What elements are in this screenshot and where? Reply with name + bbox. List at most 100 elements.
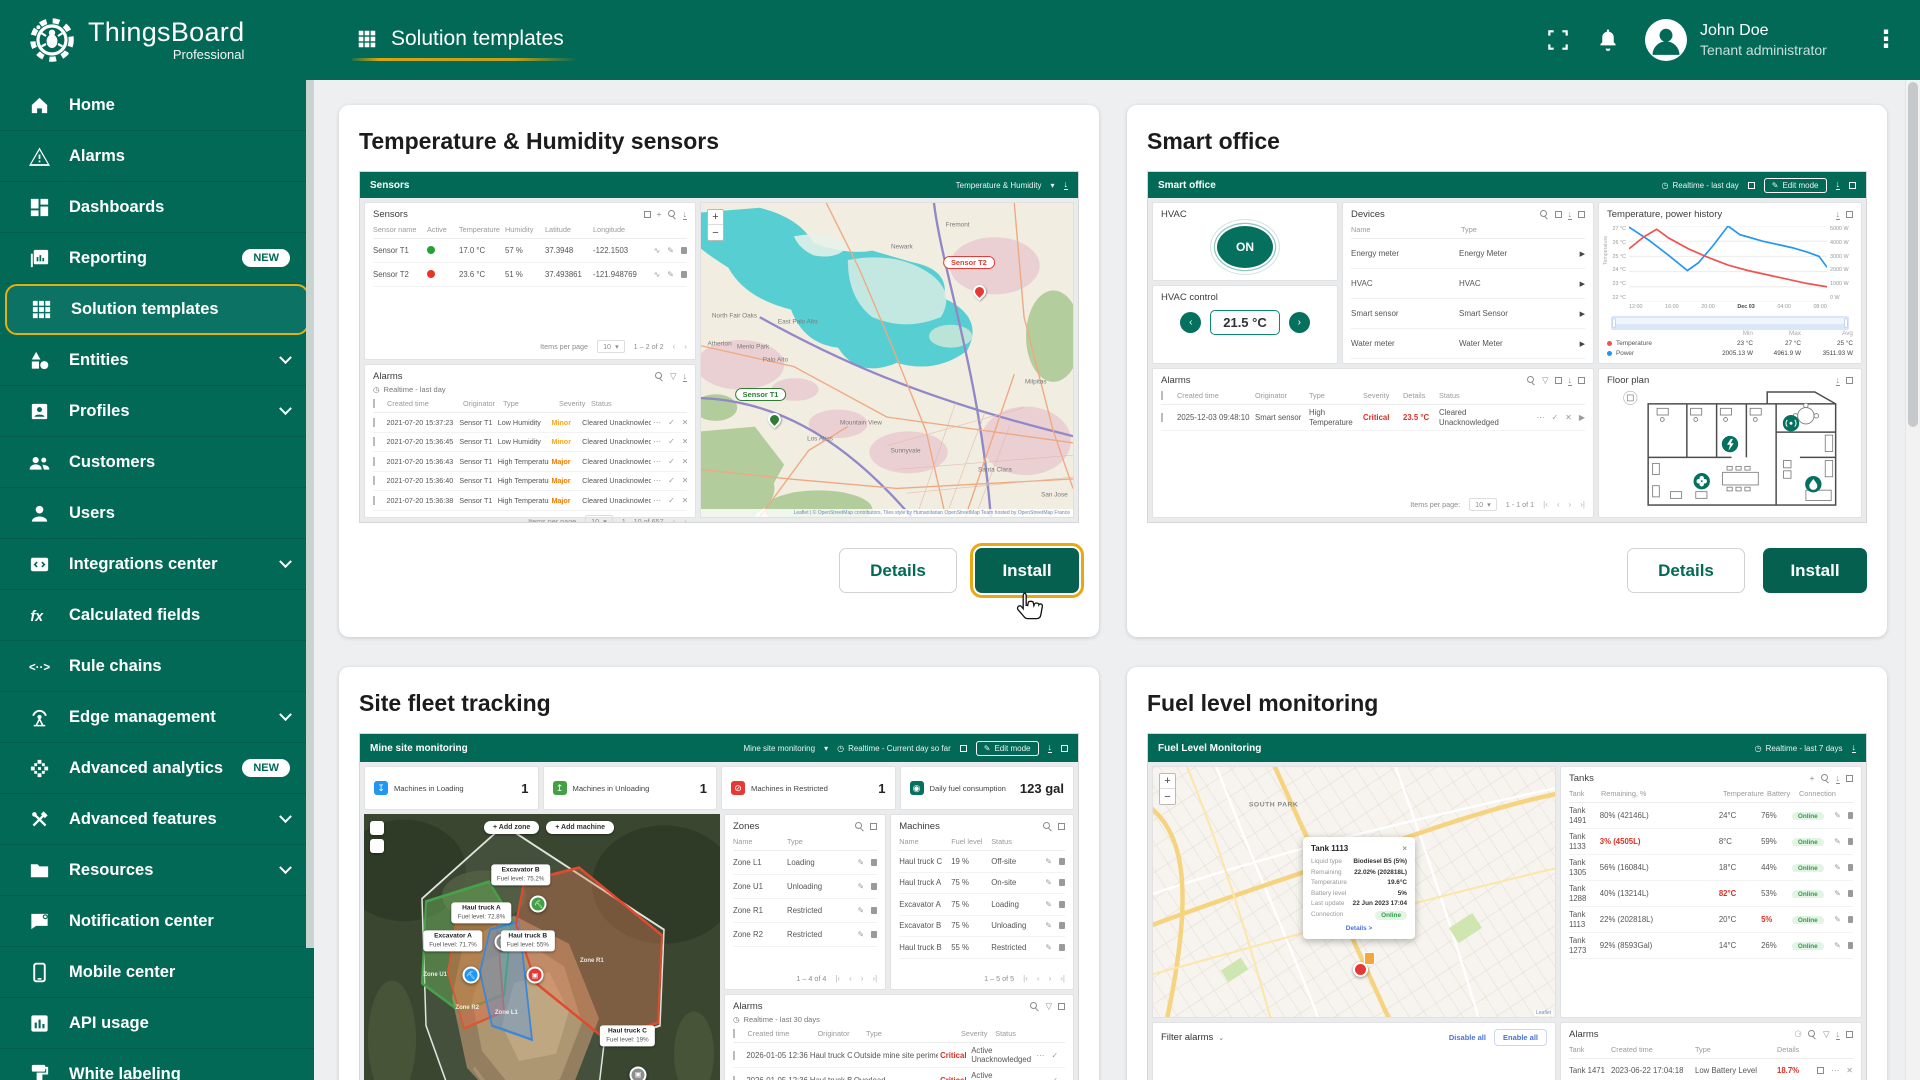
close-icon[interactable]: × [1402,844,1407,853]
alarm-row[interactable]: 2025-12-03 09:48:10 Smart sensor High Te… [1161,405,1585,431]
row-expand-icon[interactable]: ▶ [1580,250,1585,258]
ack-icon[interactable]: ✓ [668,457,675,466]
sensor-t1-map-label[interactable]: Sensor T1 [735,388,787,401]
machine-row[interactable]: Haul truck B55 %Restricted [899,937,1065,959]
enable-all-button[interactable]: Enable all [1494,1029,1547,1046]
clear-icon[interactable]: ✕ [682,496,687,505]
add-icon[interactable]: + [1810,774,1815,783]
add-icon[interactable]: + [657,210,662,219]
map-tools[interactable] [370,821,384,853]
delete-icon[interactable] [681,247,687,254]
page-scrollbar[interactable] [1905,80,1920,1080]
map-zoom-controls[interactable]: +− [707,209,724,241]
hvac-on-button[interactable]: ON [1217,226,1273,268]
details-icon[interactable]: ▶ [1579,413,1585,422]
first-page-icon[interactable]: |‹ [1543,500,1548,509]
popup-details-link[interactable]: Details > [1311,925,1407,932]
more-icon[interactable]: ⋯ [653,476,661,485]
timeseries-icon[interactable] [654,246,661,255]
screenshot-icon[interactable] [1748,182,1755,189]
dashboard-select[interactable]: Mine site monitoring [743,744,815,753]
sidebar-item-solution-templates[interactable]: Solution templates [5,284,309,335]
next-page-icon[interactable]: › [684,342,687,351]
row-expand-icon[interactable]: ▶ [1580,310,1585,318]
edit-icon[interactable] [667,246,674,255]
scrollbar-thumb[interactable] [1908,82,1918,427]
delete-icon[interactable] [1848,864,1853,871]
sidebar-item-resources[interactable]: Resources [0,845,314,896]
more-icon[interactable]: ⋯ [653,437,661,446]
edit-icon[interactable] [1834,915,1841,924]
delete-icon[interactable] [1059,944,1065,951]
machine-row[interactable]: Haul truck A75 %On-site [899,873,1065,895]
alarm-row[interactable]: 2021-07-20 15:36:40 Sensor T1 High Tempe… [373,472,687,492]
search-icon[interactable] [1030,1002,1039,1011]
prev-page-icon[interactable]: ‹ [673,342,676,351]
fullscreen-icon[interactable] [1061,745,1068,752]
tank-row[interactable]: Tank 1491 80% (42146L) 24°C 76% Online [1569,803,1853,829]
sidebar-item-rule-chains[interactable]: <··>Rule chains [0,641,314,692]
increase-temp-button[interactable]: › [1289,312,1310,333]
more-icon[interactable]: ⋯ [653,457,661,466]
tank-marker[interactable] [1353,962,1368,977]
edit-icon[interactable] [667,270,674,279]
next-page-icon[interactable]: › [1569,500,1572,509]
more-icon[interactable]: ⋯ [1036,1051,1044,1060]
device-row[interactable]: Smart sensorSmart Sensor ▶ [1351,299,1585,329]
sidebar-item-home[interactable]: Home [0,80,314,131]
edit-icon[interactable] [1834,811,1841,820]
page-size-select[interactable]: 10▾ [597,340,625,353]
more-icon[interactable]: ⋯ [1536,413,1544,422]
search-icon[interactable] [1540,210,1549,219]
sensor-row[interactable]: Sensor T2 23.6 °C 51 % 37.493861 -121.94… [373,263,687,287]
zone-row[interactable]: Zone R2Restricted [733,923,877,947]
columns-icon[interactable] [1555,211,1562,218]
checkbox[interactable] [733,1051,735,1060]
disable-all-button[interactable]: Disable all [1449,1033,1486,1042]
alarm-row[interactable]: 2021-07-20 15:36:38 Sensor T1 High Tempe… [373,491,687,511]
export-icon[interactable] [1836,376,1841,386]
clear-icon[interactable]: ✕ [1565,413,1572,422]
tank-row[interactable]: Tank 1288 40% (13214L) 82°C 53% Online [1569,881,1853,907]
edit-icon[interactable] [1045,943,1052,952]
search-icon[interactable] [1808,1030,1817,1039]
sidebar-item-advanced-features[interactable]: Advanced features [0,794,314,845]
delete-icon[interactable] [681,271,687,278]
ack-icon[interactable]: ✓ [668,418,675,427]
delete-icon[interactable] [871,907,877,914]
edit-icon[interactable] [1045,921,1052,930]
haul-truck-c-marker[interactable]: ▣ [630,1066,647,1080]
chart-range-selector[interactable] [1611,316,1849,330]
search-icon[interactable] [668,210,677,219]
device-row[interactable]: Water meterWater Meter ▶ [1351,329,1585,359]
tank-row[interactable]: Tank 1273 92% (8593Gal) 14°C 26% Online [1569,933,1853,959]
filter-icon[interactable]: ▽ [1542,376,1549,385]
edit-icon[interactable] [857,930,864,939]
alarm-row[interactable]: 2021-07-20 15:37:23 Sensor T1 Low Humidi… [373,413,687,433]
page-size-select[interactable]: 10▾ [1469,498,1497,511]
delete-icon[interactable] [1848,916,1853,923]
export-icon[interactable] [683,210,688,220]
machine-label[interactable]: Excavator AFuel level: 71.7% [423,931,482,952]
delete-icon[interactable] [1848,942,1853,949]
sidebar-item-advanced-analytics[interactable]: Advanced analyticsNEW [0,743,314,794]
edit-mode-button[interactable]: ✎Edit mode [1764,178,1827,193]
zone-row[interactable]: Zone U1Unloading [733,875,877,899]
sidebar-item-alarms[interactable]: Alarms [0,131,314,182]
delete-icon[interactable] [871,883,877,890]
sidebar-item-mobile-center[interactable]: Mobile center [0,947,314,998]
search-icon[interactable] [1527,376,1536,385]
fullscreen-icon[interactable] [1849,182,1856,189]
clear-icon[interactable]: ✕ [682,437,687,446]
sidebar-item-white-labeling[interactable]: White labeling [0,1049,314,1080]
chevron-down-icon[interactable]: ⌄ [1218,1034,1224,1042]
map-attribution[interactable]: Leaflet | © OpenStreetMap contributors, … [701,509,1073,517]
haul-truck-b-marker[interactable]: ▣ [526,967,543,984]
delete-icon[interactable] [1848,890,1853,897]
search-icon[interactable] [1821,774,1830,783]
last-page-icon[interactable]: ›| [1060,974,1065,983]
more-icon[interactable]: ⋯ [1831,1066,1839,1075]
checkbox[interactable] [373,418,375,427]
sidebar-scrollbar[interactable] [306,80,314,948]
zone-row[interactable]: Zone L1Loading [733,851,877,875]
